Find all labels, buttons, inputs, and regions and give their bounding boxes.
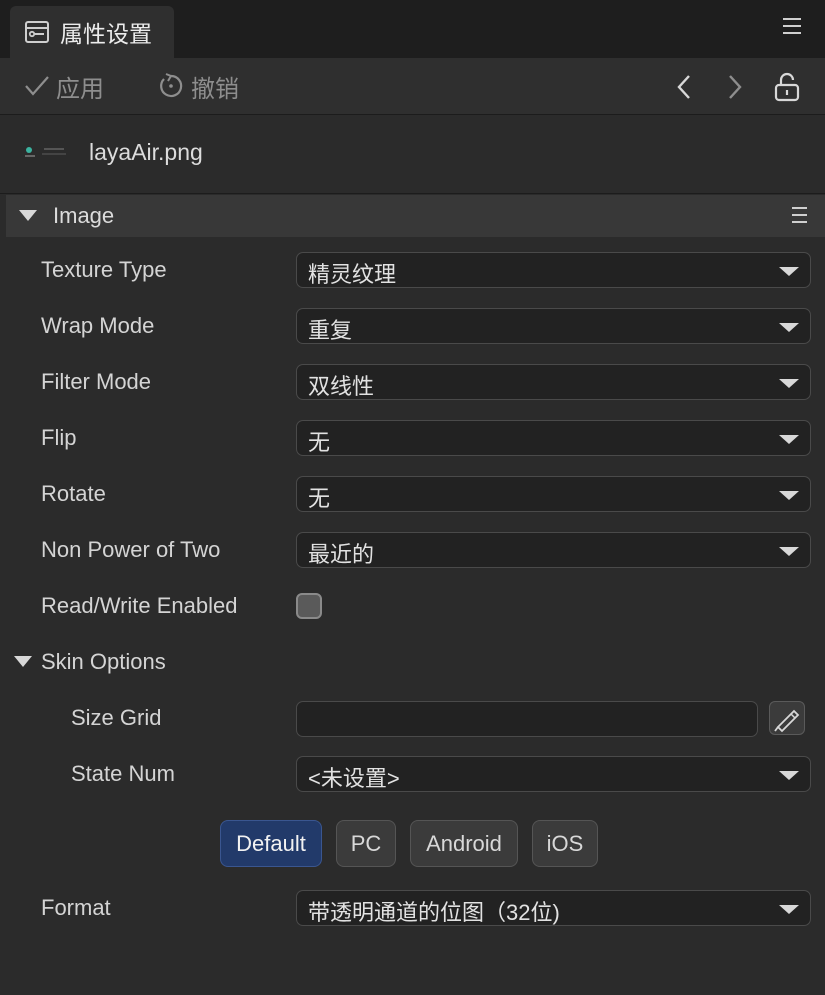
size-grid-edit-button[interactable] [769, 701, 805, 735]
pen-icon [774, 709, 800, 733]
platform-tab-pc[interactable]: PC [336, 820, 396, 867]
filter-mode-value: 双线性 [308, 374, 375, 399]
section-menu-icon[interactable] [792, 207, 807, 225]
caret-down-icon [779, 491, 799, 500]
state-num-select[interactable]: <未设置> [296, 756, 811, 792]
texture-type-label: Texture Type [41, 257, 167, 282]
platform-tab-android[interactable]: Android [410, 820, 518, 867]
tab-strip: 属性设置 [0, 0, 825, 58]
chevron-left-icon[interactable] [670, 72, 698, 102]
caret-down-icon [779, 323, 799, 332]
caret-down-icon [779, 905, 799, 914]
check-icon [25, 76, 49, 96]
read-write-checkbox[interactable] [296, 593, 322, 619]
texture-type-select[interactable]: 精灵纹理 [296, 252, 811, 288]
filter-mode-select[interactable]: 双线性 [296, 364, 811, 400]
format-value: 带透明通道的位图（32位) [308, 900, 560, 925]
state-num-label: State Num [71, 761, 175, 786]
format-label: Format [41, 895, 111, 920]
rotate-label: Rotate [41, 481, 106, 506]
flip-label: Flip [41, 425, 77, 450]
lock-open-icon[interactable] [773, 72, 801, 102]
non-power-of-two-select[interactable]: 最近的 [296, 532, 811, 568]
caret-down-icon [779, 435, 799, 444]
caret-down-icon [779, 771, 799, 780]
inspector-panel: 属性设置 应用 撤销 layaAir.png Image Texture Typ… [0, 0, 825, 995]
undo-button[interactable]: 撤销 [157, 70, 239, 103]
asset-header: layaAir.png [0, 115, 825, 194]
rotate-value: 无 [308, 486, 331, 511]
skin-options-collapse-icon[interactable] [14, 656, 32, 667]
state-num-value: <未设置> [308, 766, 400, 791]
flip-value: 无 [308, 430, 331, 455]
section-title: Image [53, 203, 115, 228]
asset-filename: layaAir.png [89, 139, 203, 165]
undo-label: 撤销 [191, 75, 239, 103]
size-grid-label: Size Grid [71, 705, 162, 730]
image-section-header[interactable]: Image [6, 195, 825, 237]
platform-tab-ios[interactable]: iOS [532, 820, 598, 867]
tab-inspector[interactable]: 属性设置 [10, 6, 174, 58]
platform-tab-default[interactable]: Default [220, 820, 322, 867]
format-select[interactable]: 带透明通道的位图（32位) [296, 890, 811, 926]
wrap-mode-select[interactable]: 重复 [296, 308, 811, 344]
skin-options-title: Skin Options [41, 649, 166, 674]
wrap-mode-label: Wrap Mode [41, 313, 155, 338]
asset-thumbnail [20, 143, 70, 161]
inspector-icon [25, 21, 49, 43]
apply-label: 应用 [56, 75, 104, 103]
caret-down-icon [779, 547, 799, 556]
tab-title: 属性设置 [60, 21, 152, 47]
non-power-of-two-value: 最近的 [308, 542, 375, 567]
chevron-right-icon[interactable] [721, 72, 749, 102]
undo-icon [160, 73, 183, 98]
collapse-arrow-icon[interactable] [19, 210, 37, 221]
flip-select[interactable]: 无 [296, 420, 811, 456]
panel-menu-icon[interactable] [783, 18, 801, 38]
size-grid-input[interactable] [296, 701, 758, 737]
toolbar: 应用 撤销 [0, 58, 825, 115]
non-power-of-two-label: Non Power of Two [41, 537, 221, 562]
caret-down-icon [779, 267, 799, 276]
rotate-select[interactable]: 无 [296, 476, 811, 512]
texture-type-value: 精灵纹理 [308, 262, 397, 287]
filter-mode-label: Filter Mode [41, 369, 152, 394]
wrap-mode-value: 重复 [308, 318, 353, 343]
caret-down-icon [779, 379, 799, 388]
apply-button[interactable]: 应用 [24, 70, 104, 103]
read-write-label: Read/Write Enabled [41, 593, 238, 618]
